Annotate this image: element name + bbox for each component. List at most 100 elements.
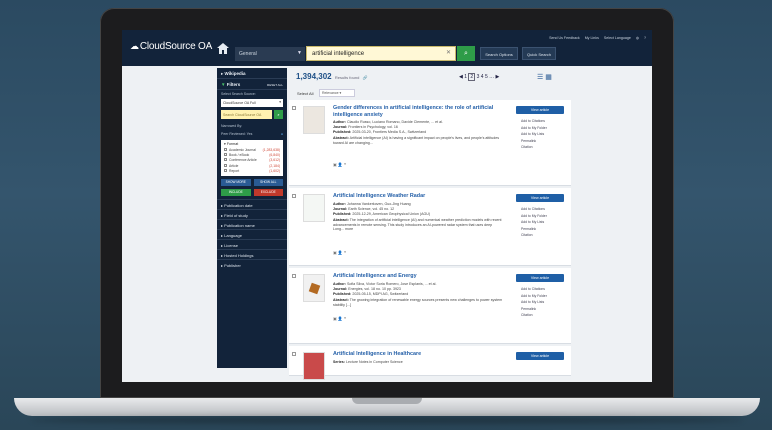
filter-category-license[interactable]: ▸ License bbox=[217, 238, 287, 249]
checkbox[interactable] bbox=[224, 169, 227, 173]
checkbox[interactable] bbox=[224, 163, 227, 167]
article-thumbnail[interactable] bbox=[303, 352, 325, 380]
sort-select[interactable]: Relevance ▾ bbox=[319, 89, 355, 97]
format-option[interactable]: Conference Article (3,612) bbox=[224, 158, 280, 163]
remove-filter-icon[interactable]: ● bbox=[281, 132, 283, 136]
result-checkbox[interactable] bbox=[292, 194, 296, 198]
view-article-button[interactable]: View article bbox=[516, 352, 564, 360]
quick-search-button[interactable]: Quick Search bbox=[522, 47, 556, 60]
source-select[interactable]: CloudSource OA Full ▾ bbox=[221, 99, 283, 107]
checkbox[interactable] bbox=[224, 153, 227, 157]
page-link[interactable]: 1 bbox=[464, 74, 467, 80]
result-icons: ▣ 👤 ❝ bbox=[333, 250, 346, 255]
list-view-icon[interactable]: ☰ bbox=[537, 74, 543, 81]
cite-icon[interactable]: ❝ bbox=[344, 250, 346, 255]
format-option-label: Conference Article bbox=[229, 158, 257, 163]
filter-category-publication-date[interactable]: ▸ Publication date bbox=[217, 198, 287, 209]
article-thumbnail[interactable] bbox=[303, 274, 325, 302]
search-options-button[interactable]: Search Options bbox=[480, 47, 518, 60]
add-lists-link[interactable]: Add to My Lists bbox=[521, 131, 547, 138]
filter-category-publisher[interactable]: ▸ Publisher bbox=[217, 258, 287, 269]
search-within-input[interactable]: Search CloudSource OA bbox=[221, 110, 272, 119]
add-citations-link[interactable]: Add to Citations bbox=[521, 206, 547, 213]
user-icon[interactable]: 👤 bbox=[338, 162, 343, 167]
result-card: Gender differences in artificial intelli… bbox=[289, 100, 571, 186]
logo-text: CloudSource OA bbox=[139, 41, 213, 52]
abstract-value: The integration of artificial intelligen… bbox=[333, 218, 502, 232]
link-icon[interactable]: 🔗 bbox=[363, 75, 368, 80]
result-card: Artificial Intelligence and Energy Autho… bbox=[289, 268, 571, 344]
select-all-checkbox[interactable]: Select All bbox=[297, 91, 313, 96]
show-all-button[interactable]: SHOW ALL bbox=[253, 178, 283, 186]
add-citations-link[interactable]: Add to Citations bbox=[521, 118, 547, 125]
results-count-value: 1,394,302 bbox=[296, 72, 332, 81]
pdf-icon[interactable]: ▣ bbox=[333, 316, 337, 321]
citation-link[interactable]: Citation bbox=[521, 312, 547, 319]
view-article-button[interactable]: View article bbox=[516, 194, 564, 202]
result-checkbox[interactable] bbox=[292, 106, 296, 110]
select-language-link[interactable]: Select Language bbox=[604, 36, 631, 40]
search-button[interactable]: ⌕ bbox=[457, 46, 475, 61]
reset-all-link[interactable]: RESET ALL bbox=[267, 83, 283, 87]
help-icon[interactable]: ? bbox=[644, 36, 646, 40]
filter-category-field-of-study[interactable]: ▸ Field of study bbox=[217, 208, 287, 219]
author-value: Sofia Silva, Víctor Soria Romero, Jose E… bbox=[346, 282, 437, 286]
format-option-count: (3,612) bbox=[269, 158, 280, 163]
pdf-icon[interactable]: ▣ bbox=[333, 162, 337, 167]
search-type-value: General bbox=[239, 51, 257, 57]
cite-icon[interactable]: ❝ bbox=[344, 162, 346, 167]
result-title[interactable]: Artificial Intelligence and Energy bbox=[333, 273, 503, 280]
feedback-link[interactable]: Send Us Feedback bbox=[549, 36, 580, 40]
result-checkbox[interactable] bbox=[292, 274, 296, 278]
checkbox[interactable] bbox=[224, 147, 227, 151]
results-toolbar: Select All Relevance ▾ ◀ 1 2 3 4 5 … ▶ ☰… bbox=[289, 73, 571, 100]
user-icon[interactable]: 👤 bbox=[338, 250, 343, 255]
view-article-button[interactable]: View article bbox=[516, 274, 564, 282]
result-checkbox[interactable] bbox=[292, 352, 296, 356]
format-option[interactable]: Report (1,602) bbox=[224, 169, 280, 174]
globe-icon[interactable]: ◍ bbox=[636, 36, 639, 40]
page-link[interactable]: 3 bbox=[477, 74, 480, 80]
add-citations-link[interactable]: Add to Citations bbox=[521, 286, 547, 293]
result-title[interactable]: Gender differences in artificial intelli… bbox=[333, 105, 503, 118]
article-thumbnail[interactable] bbox=[303, 194, 325, 222]
exclude-button[interactable]: EXCLUDE bbox=[253, 188, 283, 196]
category-label: Publication name bbox=[224, 222, 255, 228]
page-link-current[interactable]: 2 bbox=[468, 73, 476, 81]
pdf-icon[interactable]: ▣ bbox=[333, 250, 337, 255]
add-lists-link[interactable]: Add to My Lists bbox=[521, 299, 547, 306]
filter-category-publication-name[interactable]: ▸ Publication name bbox=[217, 218, 287, 229]
search-within-button[interactable]: ⌕ bbox=[274, 110, 283, 119]
chevron-down-icon: ▾ bbox=[279, 100, 281, 104]
next-page-icon[interactable]: ▶ bbox=[496, 74, 500, 80]
format-option[interactable]: Academic Journal (1,283,638) bbox=[224, 147, 280, 152]
result-title[interactable]: Artificial Intelligence Weather Radar bbox=[333, 193, 503, 200]
top-header: ☁CloudSource OA General ▼ artificial inte… bbox=[122, 30, 652, 66]
checkbox[interactable] bbox=[224, 158, 227, 162]
show-more-button[interactable]: SHOW MORE bbox=[221, 178, 251, 186]
filter-category-language[interactable]: ▸ Language bbox=[217, 228, 287, 239]
grid-view-icon[interactable]: ▦ bbox=[545, 74, 552, 81]
search-input[interactable]: artificial intelligence bbox=[306, 46, 456, 61]
my-links-link[interactable]: My Links bbox=[585, 36, 599, 40]
user-icon[interactable]: 👤 bbox=[338, 316, 343, 321]
citation-link[interactable]: Citation bbox=[521, 144, 547, 151]
journal-value: Frontiers in Psychology, vol. 16 bbox=[348, 125, 398, 129]
add-lists-link[interactable]: Add to My Lists bbox=[521, 219, 547, 226]
view-article-button[interactable]: View article bbox=[516, 106, 564, 114]
citation-link[interactable]: Citation bbox=[521, 232, 547, 239]
page-link[interactable]: 5 bbox=[485, 74, 488, 80]
prev-page-icon[interactable]: ◀ bbox=[459, 74, 463, 80]
laptop-notch bbox=[352, 398, 422, 404]
cite-icon[interactable]: ❝ bbox=[344, 316, 346, 321]
search-type-select[interactable]: General ▼ bbox=[235, 47, 305, 61]
page-link[interactable]: 4 bbox=[481, 74, 484, 80]
article-thumbnail[interactable] bbox=[303, 106, 325, 134]
filter-category-hosted-holdings[interactable]: ▸ Hosted Holdings bbox=[217, 248, 287, 259]
logo[interactable]: ☁CloudSource OA bbox=[130, 41, 212, 52]
clear-icon[interactable]: ✕ bbox=[446, 49, 451, 56]
include-button[interactable]: INCLUDE bbox=[221, 188, 251, 196]
home-icon[interactable] bbox=[217, 43, 229, 54]
wikipedia-panel[interactable]: ▸ Wikipedia bbox=[217, 68, 287, 79]
result-title[interactable]: Artificial Intelligence in Healthcare bbox=[333, 351, 503, 358]
